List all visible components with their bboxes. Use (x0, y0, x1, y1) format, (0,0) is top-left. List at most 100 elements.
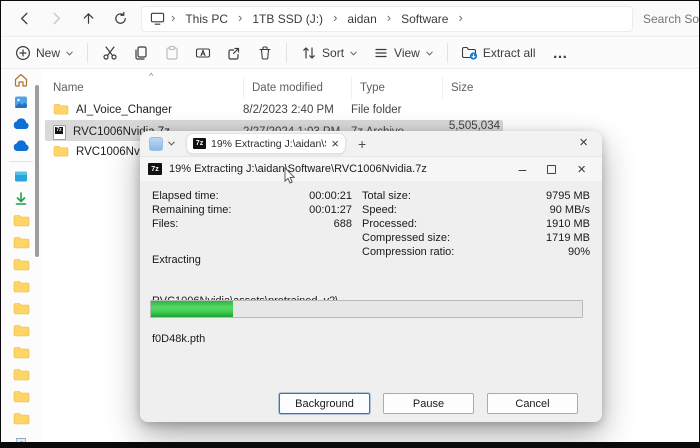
column-header-date[interactable]: Date modified (243, 77, 351, 99)
home-icon (13, 72, 29, 88)
toolbar-divider (87, 43, 88, 63)
cut-button[interactable] (94, 41, 125, 66)
7z-app-icon: 7z (148, 163, 162, 175)
sidebar-item-folder[interactable] (1, 386, 41, 408)
sort-ascending-icon: ^ (149, 71, 153, 81)
stat-value: 90 MB/s (550, 203, 590, 217)
up-icon (81, 11, 96, 26)
stat-value: 1910 MB (546, 217, 590, 231)
paste-button[interactable] (156, 41, 187, 66)
chevron-right-icon: › (385, 10, 393, 25)
column-header-size[interactable]: Size (442, 77, 504, 99)
address-bar: › This PC › 1TB SSD (J:) › aidan › Softw… (1, 1, 699, 37)
folder-icon (13, 236, 30, 250)
folder-icon (13, 214, 30, 228)
chevron-down-icon[interactable] (167, 139, 176, 148)
file-type: File folder (351, 104, 442, 116)
stats-left: Elapsed time:00:00:21 Remaining time:00:… (152, 189, 352, 231)
desktop-icon (13, 170, 29, 184)
stat-label: Compressed size: (362, 231, 450, 245)
7zip-dialog-body: Elapsed time:00:00:21 Remaining time:00:… (140, 181, 602, 422)
forward-icon (49, 11, 64, 26)
sidebar-item-folder[interactable] (1, 276, 41, 298)
file-row-ai-voice-changer[interactable]: AI_Voice_Changer 8/2/2023 2:40 PM File f… (45, 99, 503, 120)
breadcrumb-this-pc[interactable]: This PC (181, 10, 232, 28)
window-close-icon[interactable]: × (579, 135, 588, 150)
rename-button[interactable] (187, 41, 218, 66)
new-button-label: New (36, 46, 60, 60)
new-button[interactable]: New (7, 41, 81, 66)
stat-label: Total size: (362, 189, 411, 203)
forward-button[interactable] (43, 6, 69, 32)
cloud-icon (12, 140, 30, 152)
sidebar-item-folder[interactable] (1, 320, 41, 342)
column-header-type[interactable]: Type (351, 77, 442, 99)
stat-value: 9795 MB (546, 189, 590, 203)
up-button[interactable] (75, 6, 101, 32)
file-date: 8/2/2023 2:40 PM (243, 104, 351, 116)
breadcrumb-drive[interactable]: 1TB SSD (J:) (248, 10, 327, 28)
command-toolbar: New Sort View Extract all … (1, 38, 699, 69)
background-button[interactable]: Background (279, 393, 370, 414)
close-icon[interactable]: × (577, 162, 586, 177)
search-input[interactable]: Search Software (643, 6, 699, 32)
breadcrumb-aidan[interactable]: aidan (343, 10, 380, 28)
sidebar-item-folder[interactable] (1, 298, 41, 320)
view-button-label: View (394, 46, 420, 60)
view-icon (372, 45, 389, 62)
monitor-icon (150, 11, 165, 26)
scissors-icon (101, 45, 118, 62)
cancel-button[interactable]: Cancel (487, 393, 578, 414)
sidebar-item-folder[interactable] (1, 342, 41, 364)
sort-button[interactable]: Sort (293, 41, 365, 66)
folder-icon (13, 412, 30, 426)
minimize-icon[interactable]: – (518, 161, 526, 177)
maximize-icon[interactable] (547, 165, 556, 174)
7zip-tab-bar: 7z 19% Extracting J:\aidan\So... × + × (140, 131, 602, 157)
tab-close-icon[interactable]: × (331, 137, 339, 150)
dialog-buttons: Background Pause Cancel (279, 393, 578, 414)
folder-icon (13, 324, 30, 338)
action-label: Extracting (152, 254, 201, 266)
folder-icon (53, 145, 69, 158)
breadcrumb[interactable]: › This PC › 1TB SSD (J:) › aidan › Softw… (141, 6, 633, 32)
app-tab-list-icon[interactable] (149, 137, 163, 151)
new-tab-icon[interactable]: + (358, 136, 366, 152)
pause-button[interactable]: Pause (383, 393, 474, 414)
navigation-pane (1, 69, 41, 442)
progress-bar (150, 300, 583, 318)
see-more-button[interactable]: … (543, 45, 579, 62)
column-header-name[interactable]: Name ^ (45, 77, 243, 99)
sidebar-item-folder[interactable] (1, 408, 41, 430)
stat-value: 00:00:21 (309, 189, 352, 203)
extract-all-button[interactable]: Extract all (454, 41, 543, 66)
chevron-right-icon: › (169, 10, 177, 25)
7zip-window: 7z 19% Extracting J:\aidan\So... × + × 7… (140, 131, 602, 422)
delete-button[interactable] (249, 41, 280, 66)
stat-label: Speed: (362, 203, 397, 217)
tab-title: 19% Extracting J:\aidan\So... (211, 138, 326, 150)
sidebar-scrollbar[interactable] (35, 85, 39, 257)
sidebar-item-folder[interactable] (1, 364, 41, 386)
explorer-window: › This PC › 1TB SSD (J:) › aidan › Softw… (1, 1, 699, 442)
7zip-active-tab[interactable]: 7z 19% Extracting J:\aidan\So... × (186, 133, 346, 154)
gallery-icon (13, 94, 29, 110)
back-button[interactable] (11, 6, 37, 32)
copy-button[interactable] (125, 41, 156, 66)
column-headers: Name ^ Date modified Type Size (45, 77, 695, 99)
extract-archive-icon (461, 45, 478, 62)
breadcrumb-software[interactable]: Software (397, 10, 452, 28)
share-button[interactable] (218, 41, 249, 66)
7zip-title-bar[interactable]: 7z 19% Extracting J:\aidan\Software\RVC1… (140, 157, 602, 181)
folder-icon (13, 346, 30, 360)
toolbar-divider (447, 43, 448, 63)
window-title: 19% Extracting J:\aidan\Software\RVC1006… (169, 163, 511, 175)
view-button[interactable]: View (365, 41, 441, 66)
7z-app-icon: 7z (193, 138, 206, 149)
sidebar-item-recycle-bin[interactable] (1, 430, 41, 442)
folder-icon (13, 258, 30, 272)
recycle-bin-icon (14, 434, 28, 443)
screenshot-frame: › This PC › 1TB SSD (J:) › aidan › Softw… (0, 0, 700, 448)
sidebar-item-folder[interactable] (1, 254, 41, 276)
refresh-button[interactable] (107, 6, 133, 32)
